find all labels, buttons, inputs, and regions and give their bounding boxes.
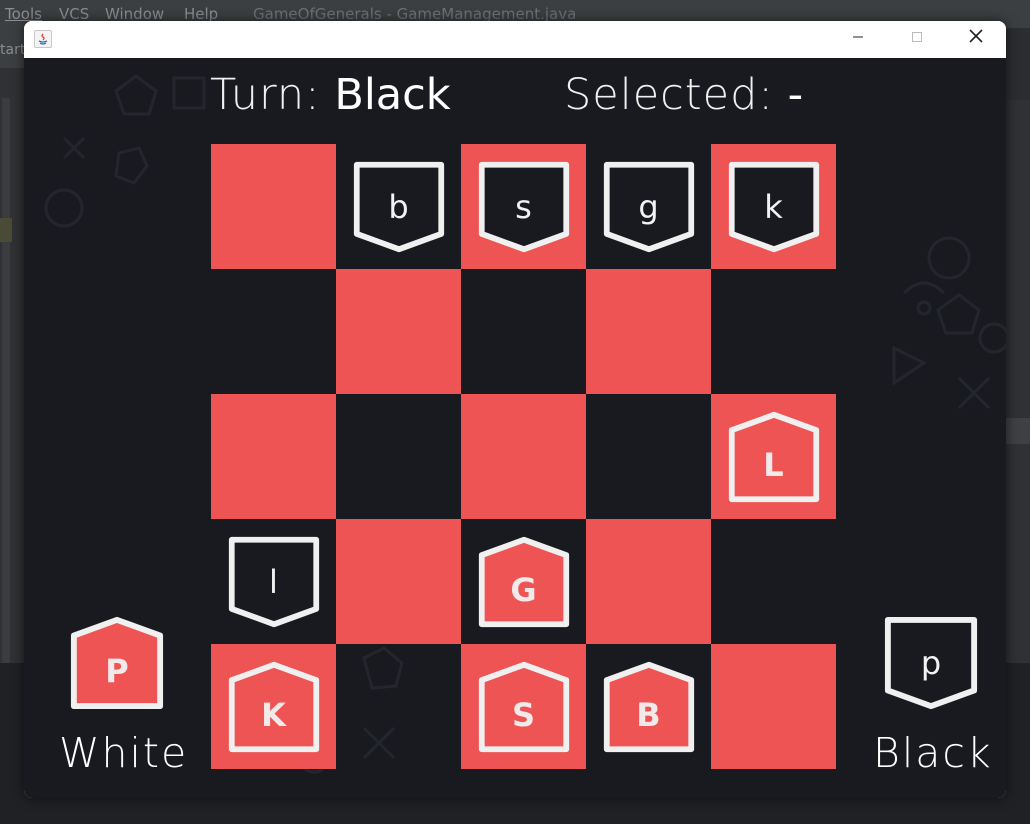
game-piece-black[interactable]: l [226,534,322,630]
game-piece-white[interactable]: K [226,659,322,755]
ide-right-selection [1006,418,1030,444]
piece-letter: G [510,570,537,609]
selected-indicator: Selected: - [564,70,803,120]
ide-left-pane [0,68,24,668]
piece-letter: b [388,187,409,226]
reserve-label-black: Black [873,729,993,777]
game-canvas: Turn: Black Selected: - b s g k Ll G K S B P Whi… [24,58,1006,798]
board-square[interactable] [336,269,461,394]
game-piece-white[interactable]: L [726,409,822,505]
board-square[interactable] [586,394,711,519]
turn-indicator: Turn: Black [210,70,451,120]
reserve-piece-white[interactable]: P [68,614,166,712]
game-piece-white[interactable]: S [476,659,572,755]
close-icon [969,29,983,43]
close-button[interactable] [956,27,996,51]
board-square[interactable] [461,269,586,394]
board-square[interactable] [461,394,586,519]
selected-value: - [787,70,804,120]
minimize-icon [853,36,863,38]
piece-letter: L [763,445,784,484]
reserve-letter-black: p [920,644,942,682]
game-piece-white[interactable]: G [476,534,572,630]
turn-value: Black [334,70,451,120]
piece-letter: g [638,187,659,226]
game-board: b s g k Ll G K S B [211,144,836,769]
board-square[interactable] [711,519,836,644]
selected-label: Selected: [564,70,774,120]
board-square[interactable] [586,269,711,394]
reserve-piece-black[interactable]: p [882,614,980,712]
board-square[interactable] [336,394,461,519]
board-square[interactable] [711,644,836,769]
minimize-button[interactable] [838,27,878,51]
piece-letter: s [515,187,532,226]
reserve-letter-white: P [105,652,129,690]
board-square[interactable] [711,269,836,394]
board-square[interactable] [211,269,336,394]
ide-right-strip [1006,100,1030,663]
turn-label: Turn: [210,70,321,120]
maximize-icon [912,32,922,42]
ide-highlight [0,218,12,242]
board-square[interactable] [336,519,461,644]
game-piece-black[interactable]: k [726,159,822,255]
game-piece-black[interactable]: b [351,159,447,255]
piece-letter: K [261,695,286,734]
game-piece-white[interactable]: B [601,659,697,755]
board-square[interactable] [586,519,711,644]
ide-scrollbar[interactable] [2,98,10,668]
piece-letter: S [511,695,536,734]
game-piece-black[interactable]: g [601,159,697,255]
game-window: Turn: Black Selected: - b s g k Ll G K S B P Whi… [24,21,1006,798]
board-square[interactable] [211,394,336,519]
piece-letter: B [636,695,661,734]
ide-toolbar-text: tart [0,42,26,58]
window-titlebar[interactable] [24,21,1006,58]
board-square[interactable] [336,644,461,769]
java-icon [34,30,52,48]
reserve-label-white: White [59,729,189,777]
piece-letter: l [269,562,278,601]
board-square[interactable] [211,144,336,269]
piece-letter: k [764,187,783,226]
maximize-button[interactable] [897,27,937,51]
game-piece-black[interactable]: s [476,159,572,255]
